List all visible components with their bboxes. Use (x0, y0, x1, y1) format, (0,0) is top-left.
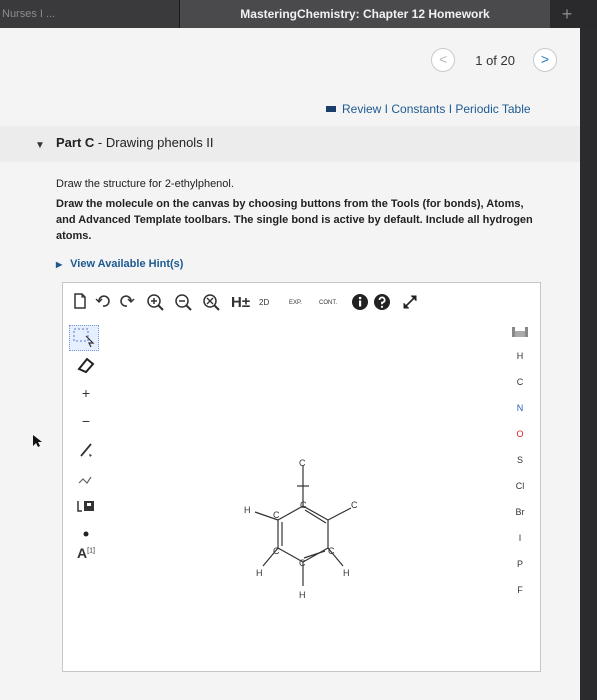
tab-mastering-chemistry[interactable]: MasteringChemistry: Chapter 12 Homework (180, 0, 550, 28)
redo-icon[interactable] (119, 293, 135, 313)
atom-h-button[interactable]: H (512, 351, 528, 361)
atom-c-top: C (299, 458, 306, 468)
molecule-bonds (254, 466, 352, 586)
eraser-icon[interactable] (73, 355, 99, 378)
atom-c-ring-left-lower: C (273, 546, 280, 556)
single-bond-icon[interactable] (73, 441, 99, 462)
atom-f-button[interactable]: F (512, 585, 528, 595)
stereo-label-sup: [1] (87, 547, 95, 555)
negative-charge-button[interactable]: − (73, 413, 99, 429)
add-hydrogens-button[interactable]: H± (231, 293, 250, 313)
mouse-cursor-icon (32, 434, 44, 451)
resources-icon (326, 106, 336, 112)
contract-button[interactable]: CONT. (319, 293, 337, 313)
zoom-out-icon[interactable] (173, 293, 193, 313)
help-icon[interactable] (373, 293, 391, 313)
hint-label[interactable]: View Available Hint(s) (70, 258, 183, 270)
tab-nurses[interactable]: Nurses I ... (0, 0, 180, 28)
new-tab-button[interactable]: + (555, 4, 579, 24)
atom-c-ethyl: C (351, 500, 358, 510)
select-tool-icon[interactable] (69, 325, 99, 351)
drawing-canvas[interactable]: C H C C C C C C H H H (223, 458, 373, 608)
atom-c-ring-left-upper: C (273, 510, 280, 520)
atom-p-button[interactable]: P (512, 559, 528, 569)
atoms-toolbar: H C N O S Cl Br I P F (504, 323, 540, 671)
atom-dot-icon[interactable] (73, 525, 99, 546)
resources-links[interactable]: Review I Constants I Periodic Table (326, 102, 531, 116)
part-name: Drawing phenols II (105, 135, 214, 150)
part-separator: - (94, 135, 106, 150)
zoom-fit-icon[interactable] (201, 293, 221, 313)
atom-c-ring-right-lower: C (328, 546, 335, 556)
prev-question-button[interactable]: < (431, 48, 456, 72)
atom-c-ring-top: C (300, 500, 307, 510)
positive-charge-button[interactable]: + (73, 385, 99, 401)
question-instructions: Draw the molecule on the canvas by choos… (56, 198, 533, 242)
atom-o-button[interactable]: O (512, 429, 528, 439)
view-hints-link[interactable]: ▶ View Available Hint(s) (56, 258, 183, 270)
atom-cl-button[interactable]: Cl (512, 481, 528, 491)
template-tool-icon[interactable] (73, 497, 99, 518)
new-document-icon[interactable] (73, 293, 87, 313)
atom-s-button[interactable]: S (512, 455, 528, 465)
undo-icon[interactable] (95, 293, 111, 313)
chain-tool-icon[interactable] (73, 469, 99, 490)
fullscreen-icon[interactable] (401, 293, 419, 313)
zoom-in-icon[interactable] (145, 293, 165, 313)
info-icon[interactable] (351, 293, 369, 313)
hint-triangle-icon: ▶ (56, 259, 63, 269)
atom-br-button[interactable]: Br (512, 507, 528, 517)
atom-h-bottom-right: H (343, 568, 350, 578)
resources-label[interactable]: Review I Constants I Periodic Table (342, 102, 531, 116)
editor-top-toolbar: H± 2D EXP. CONT. (63, 283, 540, 323)
browser-tab-bar: Nurses I ... MasteringChemistry: Chapter… (0, 0, 597, 28)
atom-h-bottom-left: H (256, 568, 263, 578)
expand-button[interactable]: EXP. (289, 293, 302, 313)
question-prompt: Draw the structure for 2-ethylphenol. (56, 178, 234, 190)
atom-c-ring-bottom: C (299, 558, 306, 568)
editor-left-toolbar: + − A[1] (63, 323, 109, 671)
window-edge (580, 28, 597, 700)
next-question-button[interactable]: > (533, 48, 557, 72)
question-position: 1 of 20 (475, 52, 515, 68)
stereo-label-letter: A (77, 545, 88, 561)
part-label: Part C (56, 135, 95, 150)
collapse-triangle-icon[interactable]: ▼ (35, 140, 45, 151)
atom-i-button[interactable]: I (512, 533, 528, 543)
question-pager: < 1 of 20 > (431, 48, 557, 72)
stereo-label-button[interactable]: A[1] (73, 545, 99, 561)
atom-h-bottom: H (299, 590, 306, 600)
part-title: Part C - Drawing phenols II (56, 135, 214, 150)
clean-2d-button[interactable]: 2D (259, 293, 269, 313)
atom-n-button[interactable]: N (512, 403, 528, 413)
marvin-editor: H± 2D EXP. CONT. + − A[1] H C N O S Cl B… (62, 282, 541, 672)
periodic-table-icon[interactable] (512, 325, 528, 341)
atom-c-button[interactable]: C (512, 377, 528, 387)
atom-h-left: H (244, 505, 251, 515)
